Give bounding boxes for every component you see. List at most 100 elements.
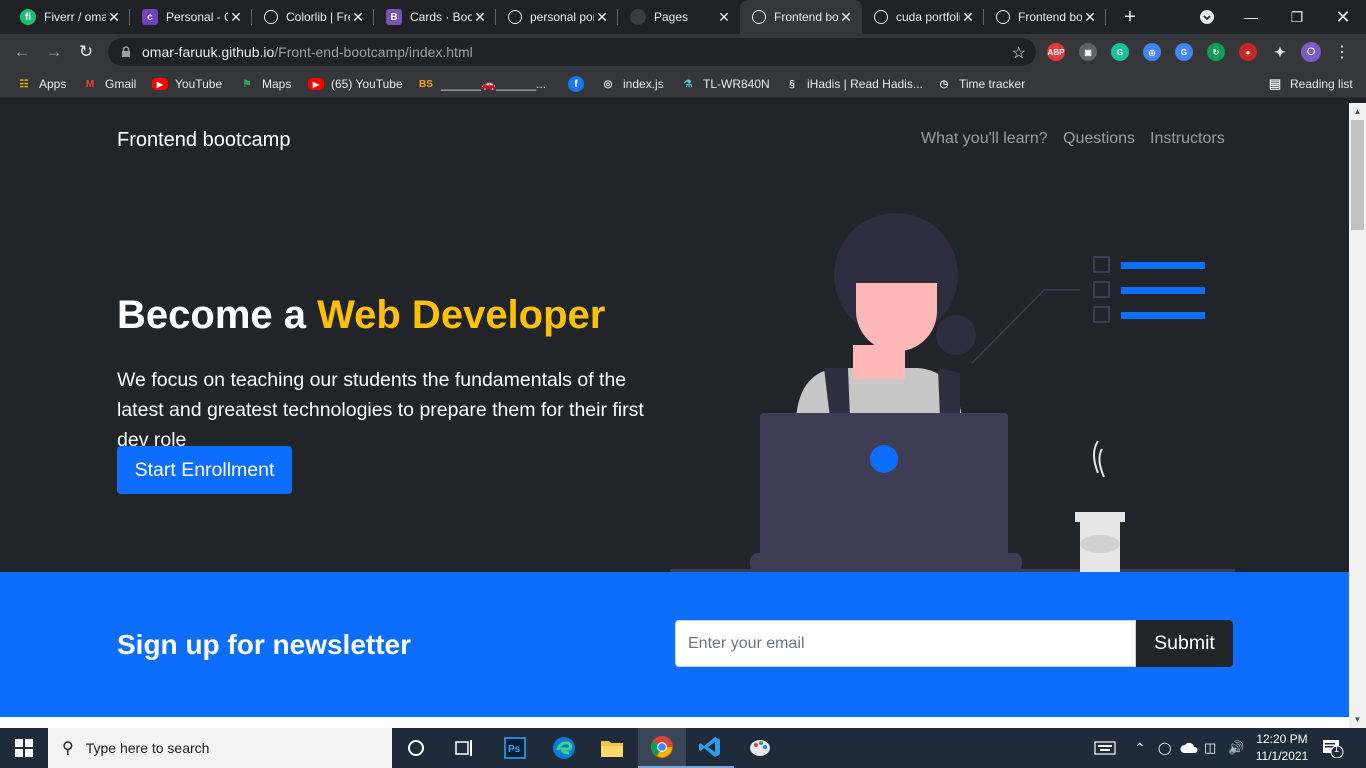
bookmark-item[interactable]: ⚗ TL-WR840N	[680, 75, 770, 93]
tab-title: Fiverr / omar	[44, 10, 106, 24]
taskbar-search[interactable]: ⚲ Type here to search	[48, 728, 392, 768]
browser-tab[interactable]: fi Fiverr / omar ✕	[8, 0, 130, 34]
clock-time: 12:20 PM	[1256, 732, 1308, 746]
paint-icon[interactable]	[736, 728, 784, 768]
bookmark-item[interactable]: M Gmail	[82, 75, 137, 93]
bookmark-item[interactable]: f	[568, 75, 591, 93]
more-menu-icon[interactable]: ⋮	[1334, 42, 1350, 62]
browser-tab[interactable]: cuda portfolio✕	[862, 0, 984, 34]
refresh-ext-icon[interactable]: ↻	[1207, 43, 1225, 61]
scroll-thumb[interactable]	[1351, 120, 1364, 230]
close-window-button[interactable]: ✕	[1320, 0, 1366, 34]
photoshop-icon[interactable]: Ps	[491, 728, 539, 768]
scroll-up-arrow-icon[interactable]: ▲	[1349, 103, 1366, 120]
notification-center-icon[interactable]: 1	[1322, 728, 1344, 768]
camera-icon[interactable]: ▣	[1079, 43, 1097, 61]
adblock-icon[interactable]: ABP	[1047, 43, 1065, 61]
nav-link-questions[interactable]: Questions	[1063, 130, 1135, 148]
edge-icon[interactable]	[540, 728, 588, 768]
bookmark-item[interactable]: ◎ index.js	[600, 75, 664, 93]
bookmark-item[interactable]: ☷ Apps	[16, 75, 67, 93]
close-tab-icon[interactable]: ✕	[228, 9, 244, 25]
close-tab-icon[interactable]: ✕	[594, 9, 610, 25]
url-path: /Front-end-bootcamp/index.html	[274, 44, 473, 60]
youtube-icon: ▶	[308, 78, 324, 90]
back-button[interactable]: ←	[10, 40, 34, 64]
profile-avatar[interactable]: O	[1301, 42, 1321, 62]
cortana-icon[interactable]	[392, 728, 440, 768]
tab-title: Frontend bootcamp	[774, 10, 838, 24]
checklist-line-1	[1121, 262, 1205, 269]
close-tab-icon[interactable]: ✕	[472, 9, 488, 25]
tab-title: Cards · Bootstrap	[410, 10, 472, 24]
coffee-sleeve	[1080, 535, 1120, 553]
browser-tab[interactable]: Frontend bootcamp✕	[984, 0, 1106, 34]
task-view-icon[interactable]	[440, 728, 488, 768]
red-ext-icon[interactable]: ●	[1239, 43, 1257, 61]
steam-icon	[1093, 440, 1105, 478]
browser-tab[interactable]: Colorlib | Free✕	[252, 0, 374, 34]
browser-tab[interactable]: B Cards · Bootstrap✕	[374, 0, 496, 34]
show-hidden-icons[interactable]: ⌃	[1134, 728, 1146, 768]
maximize-button[interactable]: ❐	[1274, 0, 1320, 34]
nav-link-learn[interactable]: What you'll learn?	[921, 130, 1048, 148]
facebook-icon: f	[568, 76, 584, 92]
scroll-down-arrow-icon[interactable]: ▼	[1349, 711, 1366, 728]
bookmark-item[interactable]: ◷ Time tracker	[936, 75, 1026, 93]
puzzle-icon[interactable]: ✦	[1271, 43, 1289, 61]
minimize-button[interactable]: —	[1228, 0, 1274, 34]
bookmark-item[interactable]: ⚑ Maps	[239, 75, 292, 93]
start-enrollment-button[interactable]: Start Enrollment	[117, 446, 292, 494]
grammarly-icon[interactable]: G	[1111, 43, 1129, 61]
hero-title-highlight: Web Developer	[317, 293, 606, 337]
bookmark-star-icon[interactable]: ☆	[1012, 43, 1026, 63]
forward-button[interactable]: →	[42, 40, 66, 64]
file-explorer-icon[interactable]	[588, 728, 636, 768]
bookmark-item[interactable]: § iHadis | Read Hadis...	[784, 75, 923, 93]
start-button[interactable]	[0, 728, 48, 768]
close-tab-icon[interactable]: ✕	[1082, 9, 1098, 25]
reload-button[interactable]: ↻	[74, 40, 98, 64]
globe-icon	[752, 10, 766, 24]
bookmark-label: index.js	[623, 77, 664, 91]
email-field[interactable]	[675, 620, 1136, 667]
github-icon	[630, 9, 646, 25]
bookmark-item[interactable]: ▶ (65) YouTube	[308, 75, 403, 93]
chrome-icon[interactable]	[638, 728, 686, 768]
tplink-icon: ⚗	[683, 78, 693, 90]
translate-icon[interactable]: G	[1175, 43, 1193, 61]
checkbox-3	[1093, 306, 1110, 323]
browser-tab[interactable]: Pages ✕	[618, 0, 740, 34]
person-hair-bun	[936, 315, 976, 355]
bookmark-item[interactable]: ▶ YouTube	[152, 75, 222, 93]
system-clock[interactable]: 12:20 PM 11/1/2021	[1252, 731, 1312, 765]
meet-now-icon[interactable]: ◯	[1158, 728, 1171, 768]
reading-list-button[interactable]: ▤ Reading list	[1267, 75, 1353, 93]
new-tab-button[interactable]: +	[1118, 5, 1142, 29]
browser-tab[interactable]: c Personal - Colorlib✕	[130, 0, 252, 34]
search-icon: ⚲	[62, 740, 74, 757]
taskbar-search-placeholder: Type here to search	[85, 740, 210, 756]
submit-button[interactable]: Submit	[1136, 620, 1233, 667]
network-icon[interactable]: ◫	[1204, 728, 1216, 768]
close-tab-icon[interactable]: ✕	[838, 9, 854, 25]
browser-tab[interactable]: Frontend bootcamp✕	[740, 0, 862, 34]
onedrive-icon[interactable]	[1180, 728, 1198, 768]
bookmark-item[interactable]: BS ______🚗______...	[418, 75, 546, 93]
address-bar[interactable]: omar-faruuk.github.io/Front-end-bootcamp…	[108, 38, 1036, 66]
extension-icon[interactable]: ◎	[1143, 43, 1161, 61]
volume-icon[interactable]: 🔊	[1228, 728, 1244, 768]
close-tab-icon[interactable]: ✕	[716, 9, 732, 25]
nav-link-instructors[interactable]: Instructors	[1150, 130, 1225, 148]
page-scrollbar[interactable]: ▲ ▼	[1349, 103, 1366, 728]
site-brand[interactable]: Frontend bootcamp	[117, 129, 290, 152]
browser-tab[interactable]: personal portfolio✕	[496, 0, 618, 34]
vscode-icon[interactable]	[686, 728, 734, 768]
tab-search-button[interactable]	[1184, 0, 1230, 34]
keyboard-layout-icon[interactable]	[1094, 728, 1116, 768]
bookmark-label: YouTube	[175, 77, 223, 91]
close-tab-icon[interactable]: ✕	[350, 9, 366, 25]
youtube-icon: ▶	[152, 78, 168, 90]
close-tab-icon[interactable]: ✕	[106, 9, 122, 25]
close-tab-icon[interactable]: ✕	[960, 9, 976, 25]
